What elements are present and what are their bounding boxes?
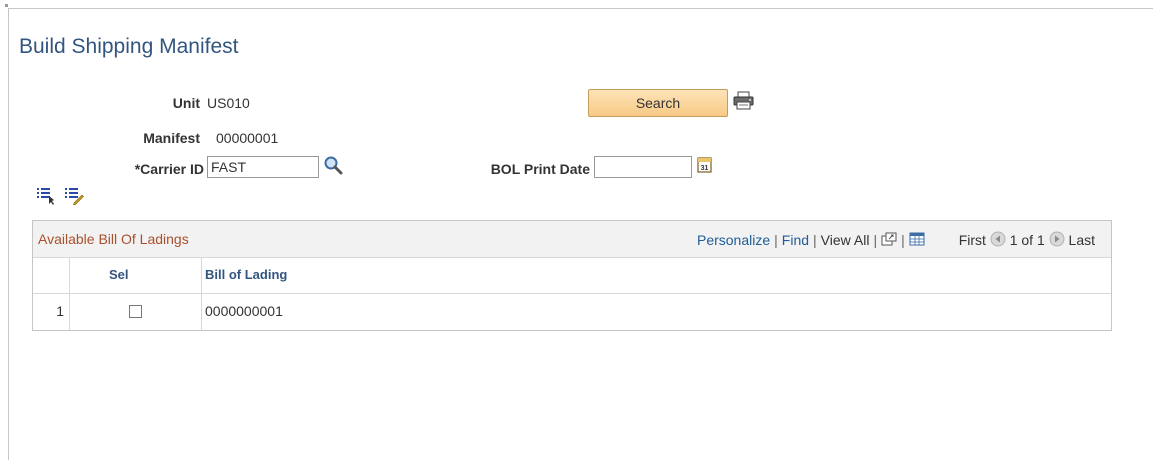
magnifier-icon[interactable] bbox=[323, 155, 343, 175]
nav-separator: | bbox=[901, 232, 905, 248]
bill-of-lading-value: 0000000001 bbox=[205, 303, 283, 319]
bol-print-date-label: BOL Print Date bbox=[490, 161, 590, 177]
printer-icon[interactable] bbox=[733, 91, 755, 111]
last-label: Last bbox=[1068, 232, 1095, 248]
carrier-id-label: *Carrier ID bbox=[134, 161, 204, 177]
page-range: 1 of 1 bbox=[1009, 232, 1045, 248]
grid-title: Available Bill Of Ladings bbox=[38, 231, 189, 247]
new-window-icon[interactable] bbox=[881, 232, 897, 246]
grid-download-icon[interactable] bbox=[909, 232, 925, 246]
bol-print-date-input[interactable] bbox=[594, 156, 692, 178]
row-select-checkbox[interactable] bbox=[129, 305, 142, 318]
arrow-right-icon[interactable] bbox=[1049, 231, 1065, 247]
carrier-id-input[interactable] bbox=[207, 156, 319, 178]
grid-navigation: Personalize | Find | View All | | First 1 of … bbox=[697, 231, 1095, 248]
personalize-link[interactable]: Personalize bbox=[697, 232, 770, 248]
grid-header: Available Bill Of Ladings Personalize | Fi… bbox=[33, 221, 1111, 258]
corner-mark bbox=[5, 4, 8, 7]
find-link[interactable]: Find bbox=[782, 232, 809, 248]
arrow-left-icon[interactable] bbox=[990, 231, 1006, 247]
unit-value: US010 bbox=[207, 95, 250, 111]
row-number: 1 bbox=[56, 303, 64, 319]
nav-separator: | bbox=[813, 232, 817, 248]
view-all-link[interactable]: View All bbox=[821, 232, 870, 248]
column-header-sel[interactable]: Sel bbox=[109, 257, 169, 293]
manifest-label: Manifest bbox=[143, 130, 200, 146]
first-label: First bbox=[958, 232, 986, 248]
calendar-icon[interactable]: 31 bbox=[696, 156, 714, 174]
column-header-bill-of-lading[interactable]: Bill of Lading bbox=[205, 257, 287, 293]
row-divider bbox=[33, 293, 1111, 294]
page-title: Build Shipping Manifest bbox=[19, 35, 239, 58]
deselect-all-icon[interactable] bbox=[64, 187, 84, 205]
manifest-value: 00000001 bbox=[216, 130, 279, 146]
svg-text:31: 31 bbox=[701, 165, 709, 172]
search-button[interactable]: Search bbox=[588, 89, 728, 117]
frame-border-left bbox=[8, 8, 9, 460]
bill-of-ladings-grid: Available Bill Of Ladings Personalize | Fi… bbox=[32, 220, 1112, 331]
frame-border-top bbox=[8, 8, 1153, 9]
nav-separator: | bbox=[774, 232, 778, 248]
nav-separator: | bbox=[873, 232, 878, 248]
select-all-icon[interactable] bbox=[36, 187, 56, 205]
unit-label: Unit bbox=[172, 95, 200, 111]
